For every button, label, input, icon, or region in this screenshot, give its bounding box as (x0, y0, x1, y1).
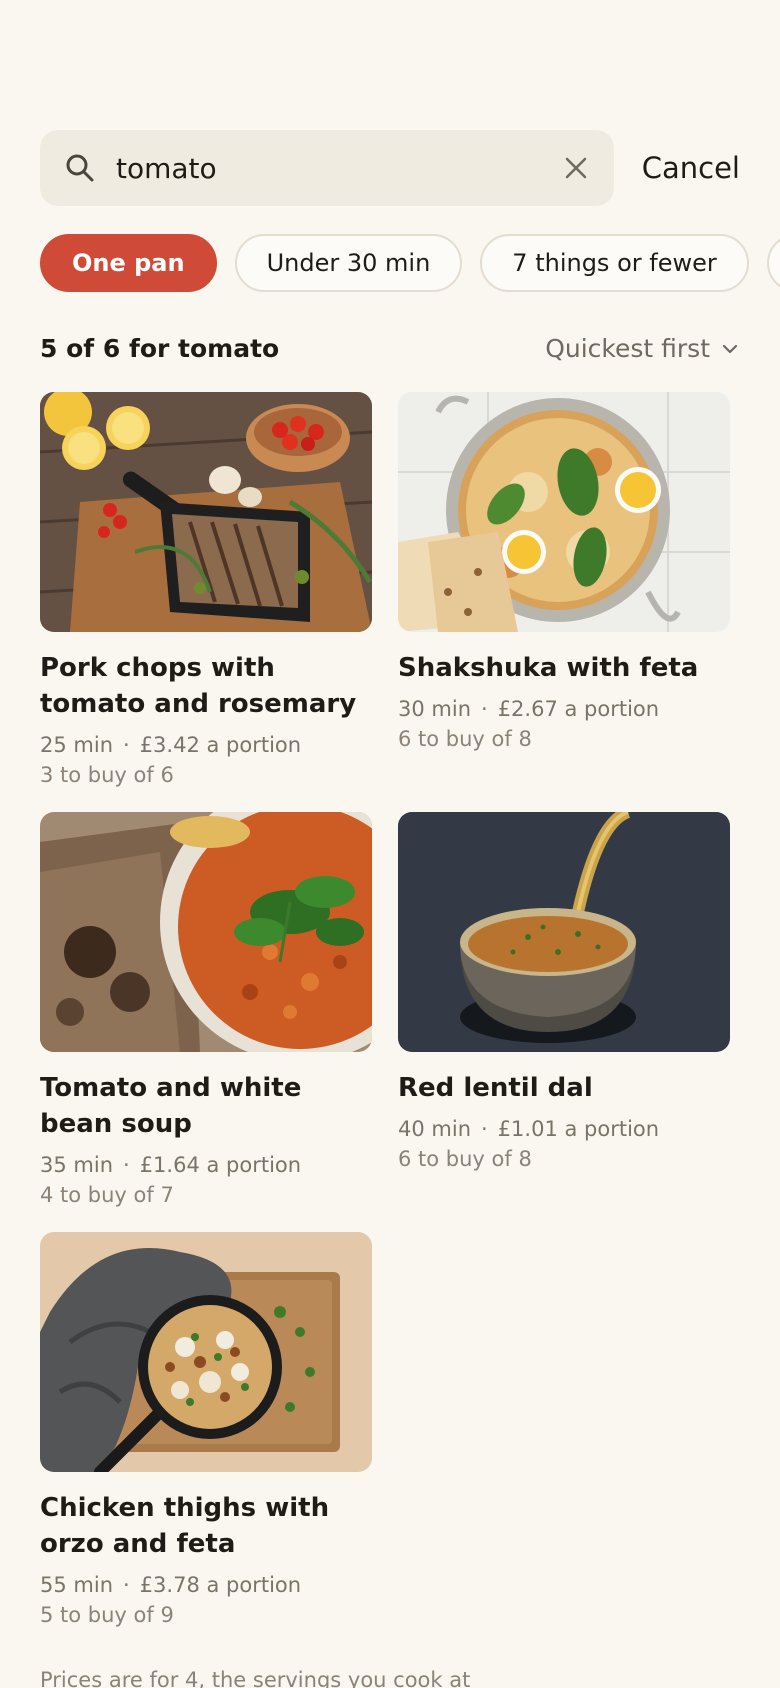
recipe-card[interactable]: Red lentil dal 40 min · £1.01 a portion 6 … (398, 812, 730, 1174)
meta-separator: · (123, 1573, 130, 1597)
filter-chips: One pan Under 30 min 7 things or fewer 5 (40, 234, 780, 292)
recipe-title: Tomato and white bean soup (40, 1073, 302, 1139)
recipe-meta: 30 min · £2.67 a portion (398, 694, 730, 724)
recipe-time: 55 min (40, 1573, 113, 1597)
recipe-image-shakshuka (398, 392, 730, 632)
sort-dropdown[interactable]: Quickest first (545, 334, 740, 363)
results-count: 5 of 6 for tomato (40, 334, 280, 363)
meta-separator: · (481, 697, 488, 721)
clear-icon[interactable] (562, 154, 590, 182)
recipe-buy-count: 6 to buy of 8 (398, 1147, 532, 1171)
recipe-time: 35 min (40, 1153, 113, 1177)
recipe-price: £2.67 a portion (497, 697, 660, 721)
recipe-image-tomato-soup (40, 812, 372, 1052)
recipe-card[interactable]: Tomato and white bean soup 35 min · £1.64 … (40, 812, 372, 1210)
recipe-price: £3.78 a portion (139, 1573, 302, 1597)
recipe-image-red-lentil-dal (398, 812, 730, 1052)
recipe-meta: 40 min · £1.01 a portion (398, 1114, 730, 1144)
recipe-meta: 35 min · £1.64 a portion (40, 1150, 372, 1180)
recipe-card[interactable]: Shakshuka with feta 30 min · £2.67 a porti… (398, 392, 730, 754)
sort-label: Quickest first (545, 334, 710, 363)
recipe-price: £3.42 a portion (139, 733, 302, 757)
recipe-time: 25 min (40, 733, 113, 757)
recipe-time: 30 min (398, 697, 471, 721)
search-icon (64, 151, 98, 185)
recipe-meta: 55 min · £3.78 a portion (40, 1570, 372, 1600)
recipe-title: Chicken thighs with orzo and feta (40, 1493, 330, 1559)
filter-chip-7-things[interactable]: 7 things or fewer (480, 234, 749, 292)
footnote: Prices are for 4, the servings you cook … (40, 1668, 471, 1688)
cancel-button[interactable]: Cancel (642, 151, 740, 185)
recipe-image-pork-chops (40, 392, 372, 632)
recipe-title: Pork chops with tomato and rosemary (40, 653, 357, 719)
recipe-card[interactable]: Chicken thighs with orzo and feta 55 min… (40, 1232, 372, 1630)
recipe-card[interactable]: Pork chops with tomato and rosemary 25 m… (40, 392, 372, 790)
recipe-meta: 25 min · £3.42 a portion (40, 730, 372, 760)
filter-chip-5[interactable]: 5 (766, 234, 780, 292)
chevron-down-icon (720, 339, 740, 359)
recipe-buy-count: 6 to buy of 8 (398, 727, 532, 751)
recipe-buy-count: 3 to buy of 6 (40, 763, 174, 787)
search-row: Cancel (40, 130, 740, 206)
recipe-title: Shakshuka with feta (398, 653, 699, 683)
recipe-time: 40 min (398, 1117, 471, 1141)
search-box[interactable] (40, 130, 614, 206)
recipe-title: Red lentil dal (398, 1073, 593, 1103)
meta-separator: · (481, 1117, 488, 1141)
search-input[interactable] (116, 151, 562, 185)
filter-chip-one-pan[interactable]: One pan (40, 234, 217, 292)
filter-chip-under-30-min[interactable]: Under 30 min (234, 234, 463, 292)
recipe-image-chicken-orzo (40, 1232, 372, 1472)
recipe-price: £1.64 a portion (139, 1153, 302, 1177)
recipe-buy-count: 4 to buy of 7 (40, 1183, 174, 1207)
results-header: 5 of 6 for tomato Quickest first (40, 334, 740, 363)
meta-separator: · (123, 1153, 130, 1177)
recipe-price: £1.01 a portion (497, 1117, 660, 1141)
meta-separator: · (123, 733, 130, 757)
recipe-buy-count: 5 to buy of 9 (40, 1603, 174, 1627)
